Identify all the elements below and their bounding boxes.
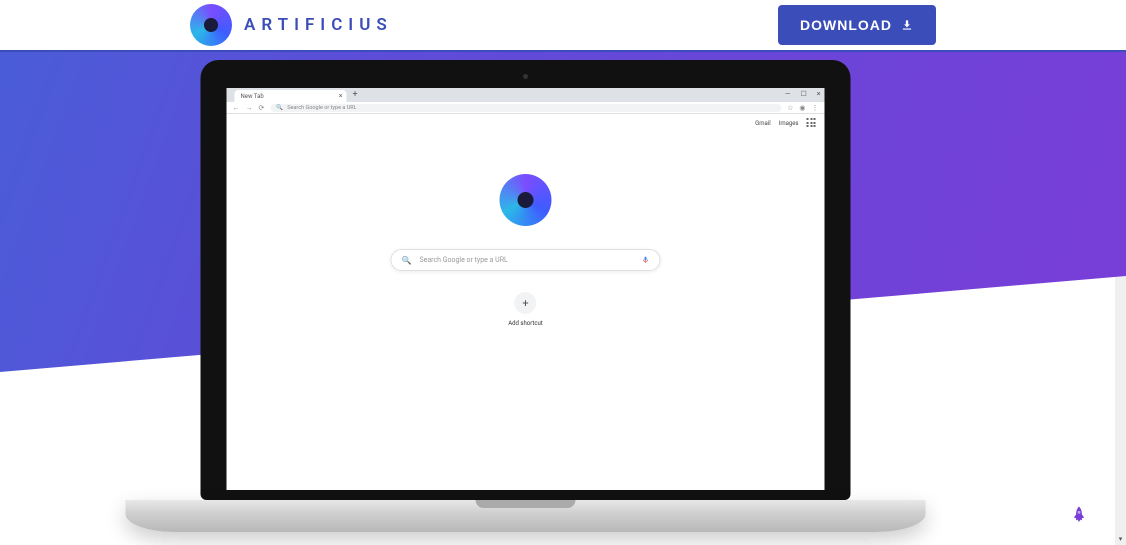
url-placeholder: Search Google or type a URL [287, 105, 356, 111]
laptop-bezel: New Tab × + — ☐ × ← → ⟳ 🔍 Search Google … [201, 60, 851, 500]
laptop-screen: New Tab × + — ☐ × ← → ⟳ 🔍 Search Google … [227, 88, 825, 490]
download-button[interactable]: DOWNLOAD [778, 5, 936, 45]
search-input[interactable]: 🔍 Search Google or type a URL [391, 249, 661, 271]
close-icon[interactable]: × [817, 90, 821, 98]
voice-search-icon[interactable] [642, 255, 650, 265]
download-button-label: DOWNLOAD [800, 17, 892, 33]
close-icon[interactable]: × [339, 92, 343, 100]
browser-tab-strip: New Tab × + — ☐ × [227, 88, 825, 102]
bookmark-icon[interactable]: ☆ [787, 104, 793, 112]
maximize-icon[interactable]: ☐ [800, 90, 806, 98]
scroll-top-rocket-icon[interactable] [1070, 505, 1088, 527]
tab-title: New Tab [241, 93, 264, 100]
webcam-icon [523, 74, 528, 79]
ntp-logo-icon [500, 174, 552, 226]
laptop-notch [476, 500, 576, 508]
back-icon[interactable]: ← [233, 104, 240, 112]
site-header: ARTIFICIUS DOWNLOAD [0, 0, 1126, 52]
reload-icon[interactable]: ⟳ [259, 104, 265, 112]
brand-logo-wrap[interactable]: ARTIFICIUS [190, 4, 393, 46]
download-icon [900, 18, 914, 32]
plus-icon: + [514, 292, 536, 314]
laptop-base [126, 500, 926, 532]
url-bar[interactable]: 🔍 Search Google or type a URL [270, 104, 781, 112]
window-controls: — ☐ × [785, 90, 821, 98]
browser-toolbar: ← → ⟳ 🔍 Search Google or type a URL ☆ ◉ … [227, 102, 825, 114]
add-shortcut[interactable]: + Add shortcut [508, 292, 543, 327]
shortcut-label: Add shortcut [508, 320, 543, 327]
new-tab-button[interactable]: + [353, 90, 358, 100]
search-placeholder: Search Google or type a URL [419, 256, 633, 264]
new-tab-page: Gmail Images 🔍 Search Google or type a U… [227, 114, 825, 490]
minimize-icon[interactable]: — [785, 90, 790, 98]
laptop-mockup: New Tab × + — ☐ × ← → ⟳ 🔍 Search Google … [201, 60, 926, 532]
menu-icon[interactable]: ⋮ [812, 104, 819, 112]
ntp-top-links: Gmail Images [755, 118, 816, 128]
search-icon: 🔍 [402, 256, 412, 265]
brand-logo-icon [190, 4, 232, 46]
profile-icon[interactable]: ◉ [799, 104, 805, 112]
scrollbar-down-icon[interactable]: ▾ [1115, 534, 1126, 545]
gmail-link[interactable]: Gmail [755, 120, 771, 127]
forward-icon[interactable]: → [246, 104, 253, 112]
brand-name: ARTIFICIUS [244, 15, 393, 35]
browser-tab[interactable]: New Tab × [235, 90, 347, 102]
images-link[interactable]: Images [779, 120, 799, 127]
search-icon: 🔍 [276, 105, 283, 111]
apps-icon[interactable] [807, 118, 817, 128]
